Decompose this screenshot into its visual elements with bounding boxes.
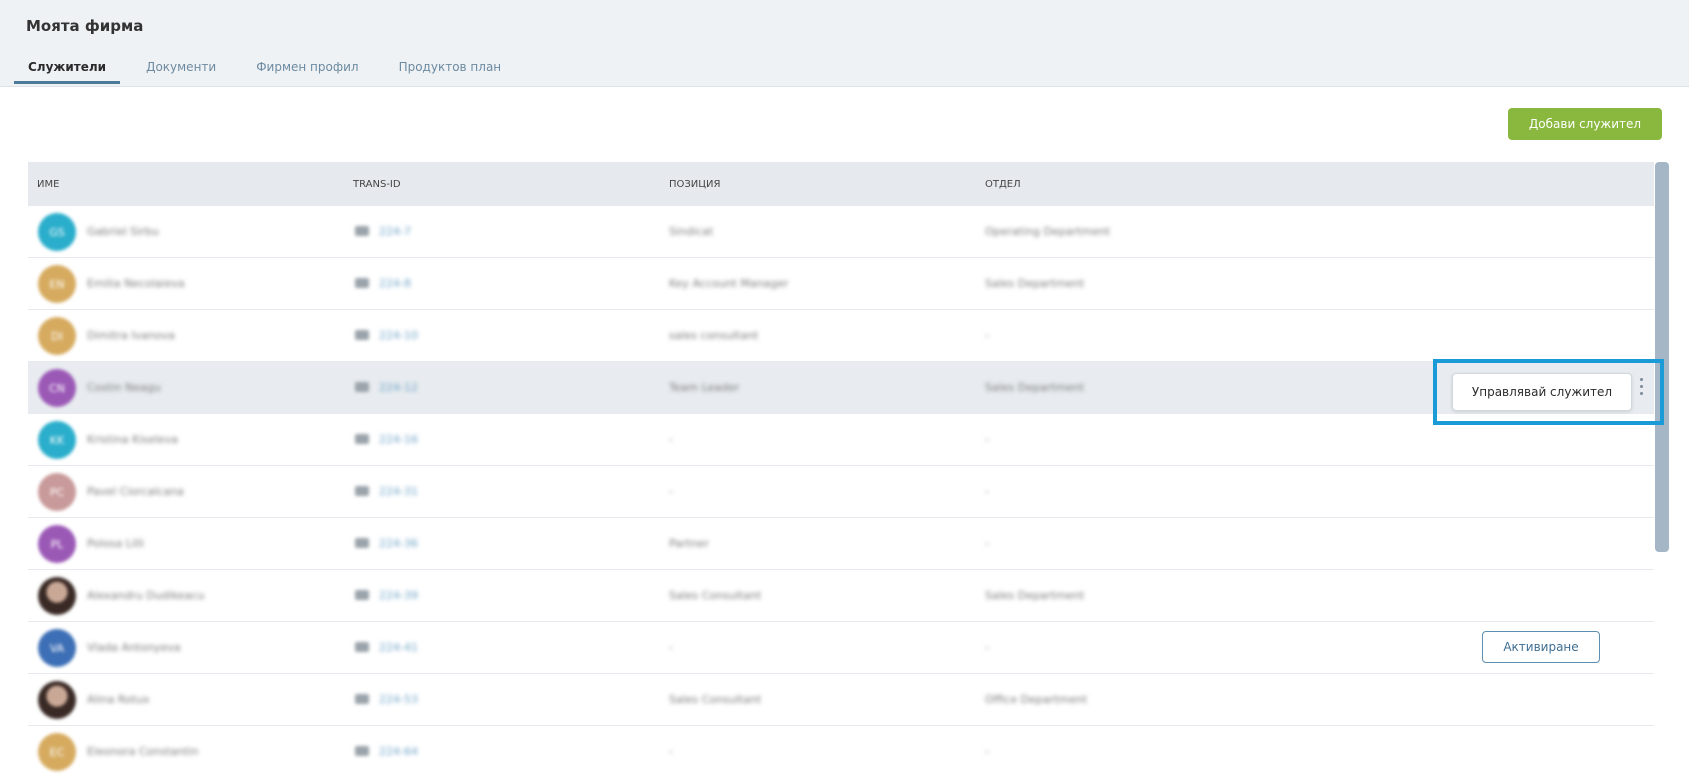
avatar: PC — [38, 473, 76, 511]
employee-name[interactable]: Eleonora Constantin — [87, 745, 198, 758]
avatar: DI — [38, 317, 76, 355]
page-title: Моята фирма — [26, 17, 144, 35]
page: Моята фирма Служители Документи Фирмен п… — [0, 0, 1689, 776]
id-card-icon — [355, 538, 369, 548]
avatar: EN — [38, 265, 76, 303]
trans-id-value[interactable]: 224-31 — [379, 485, 418, 498]
department-value: - — [985, 433, 989, 446]
employee-name[interactable]: Kristina Kiseleva — [87, 433, 178, 446]
department-value: Sales Department — [985, 277, 1085, 290]
trans-id-value[interactable]: 224-12 — [379, 381, 418, 394]
tab-employees[interactable]: Служители — [14, 58, 121, 84]
tab-product-plan[interactable]: Продуктов план — [385, 58, 516, 84]
trans-id-value[interactable]: 224-39 — [379, 589, 418, 602]
employees-table: ИМЕ TRANS-ID ПОЗИЦИЯ ОТДЕЛ GS Gabriel Sir… — [28, 162, 1654, 776]
avatar: VA — [38, 629, 76, 667]
column-header-position[interactable]: ПОЗИЦИЯ — [669, 179, 720, 190]
id-card-icon — [355, 226, 369, 236]
department-value: Sales Department — [985, 381, 1085, 394]
avatar: CN — [38, 369, 76, 407]
position-value: Sales Consultant — [669, 693, 762, 706]
employee-name[interactable]: Alina Rotux — [87, 693, 150, 706]
department-value: - — [985, 745, 989, 758]
department-value: - — [985, 641, 989, 654]
tab-bar: Служители Документи Фирмен профил Продук… — [14, 58, 527, 86]
position-value: sales consultant — [669, 329, 759, 342]
avatar: PL — [38, 525, 76, 563]
activate-button[interactable]: Активиране — [1482, 631, 1600, 663]
id-card-icon — [355, 330, 369, 340]
table-row[interactable]: KK Kristina Kiseleva 224-16 - - — [28, 414, 1654, 466]
column-header-department[interactable]: ОТДЕЛ — [985, 179, 1021, 190]
employee-name[interactable]: Alexandru Dudikeacu — [87, 589, 204, 602]
department-value: - — [985, 329, 989, 342]
position-value: Team Leader — [669, 381, 740, 394]
id-card-icon — [355, 486, 369, 496]
trans-id-value[interactable]: 224-41 — [379, 641, 418, 654]
table-header: ИМЕ TRANS-ID ПОЗИЦИЯ ОТДЕЛ — [28, 162, 1654, 206]
table-scrollbar[interactable] — [1655, 162, 1669, 552]
table-row[interactable]: GS Gabriel Sirbu 224-7 Sindicat Operating De… — [28, 206, 1654, 258]
employee-name[interactable]: Pavel Ciorcalcana — [87, 485, 184, 498]
position-value: - — [669, 641, 673, 654]
column-header-trans-id[interactable]: TRANS-ID — [353, 179, 401, 190]
table-row[interactable]: CN Costin Neagu 224-12 Team Leader Sales Dep… — [28, 362, 1654, 414]
position-value: - — [669, 485, 673, 498]
tab-documents[interactable]: Документи — [132, 58, 230, 84]
avatar — [38, 681, 76, 719]
department-value: Office Department — [985, 693, 1088, 706]
add-employee-button[interactable]: Добави служител — [1508, 108, 1662, 140]
manage-employee-button[interactable]: Управлявай служител — [1452, 373, 1632, 411]
trans-id-value[interactable]: 224-10 — [379, 329, 418, 342]
position-value: Sindicat — [669, 225, 714, 238]
header: Моята фирма Служители Документи Фирмен п… — [0, 0, 1689, 87]
department-value: Sales Department — [985, 589, 1085, 602]
avatar: KK — [38, 421, 76, 459]
employee-name[interactable]: Gabriel Sirbu — [87, 225, 159, 238]
position-value: - — [669, 433, 673, 446]
table-row[interactable]: DI Dimitra Ivanova 224-10 sales consultant - — [28, 310, 1654, 362]
employee-name[interactable]: Vlada Antonyeva — [87, 641, 181, 654]
trans-id-value[interactable]: 224-53 — [379, 693, 418, 706]
trans-id-value[interactable]: 224-36 — [379, 537, 418, 550]
id-card-icon — [355, 278, 369, 288]
department-value: - — [985, 537, 989, 550]
table-row[interactable]: PC Pavel Ciorcalcana 224-31 - - — [28, 466, 1654, 518]
id-card-icon — [355, 382, 369, 392]
employee-name[interactable]: Emilia Necolaieva — [87, 277, 185, 290]
id-card-icon — [355, 642, 369, 652]
more-options-icon[interactable] — [1638, 378, 1644, 398]
department-value: Operating Department — [985, 225, 1111, 238]
table-row[interactable]: EN Emilia Necolaieva 224-8 Key Account Mana… — [28, 258, 1654, 310]
tab-company-profile[interactable]: Фирмен профил — [242, 58, 372, 84]
trans-id-value[interactable]: 224-64 — [379, 745, 418, 758]
id-card-icon — [355, 746, 369, 756]
table-row[interactable]: Alina Rotux 224-53 Sales Consultant Office … — [28, 674, 1654, 726]
table-row[interactable]: Alexandru Dudikeacu 224-39 Sales Consultan… — [28, 570, 1654, 622]
table-row[interactable]: EC Eleonora Constantin 224-64 - - — [28, 726, 1654, 776]
trans-id-value[interactable]: 224-8 — [379, 277, 411, 290]
position-value: Partner — [669, 537, 709, 550]
avatar: GS — [38, 213, 76, 251]
avatar — [38, 577, 76, 615]
table-row[interactable]: VA Vlada Antonyeva 224-41 - - Активиране — [28, 622, 1654, 674]
id-card-icon — [355, 590, 369, 600]
position-value: Sales Consultant — [669, 589, 762, 602]
position-value: Key Account Manager — [669, 277, 789, 290]
employee-name[interactable]: Polosa Lilli — [87, 537, 144, 550]
id-card-icon — [355, 434, 369, 444]
employee-name[interactable]: Costin Neagu — [87, 381, 161, 394]
column-header-name[interactable]: ИМЕ — [37, 179, 59, 190]
department-value: - — [985, 485, 989, 498]
avatar: EC — [38, 733, 76, 771]
table-row[interactable]: PL Polosa Lilli 224-36 Partner - — [28, 518, 1654, 570]
position-value: - — [669, 745, 673, 758]
trans-id-value[interactable]: 224-16 — [379, 433, 418, 446]
employee-name[interactable]: Dimitra Ivanova — [87, 329, 175, 342]
trans-id-value[interactable]: 224-7 — [379, 225, 411, 238]
id-card-icon — [355, 694, 369, 704]
